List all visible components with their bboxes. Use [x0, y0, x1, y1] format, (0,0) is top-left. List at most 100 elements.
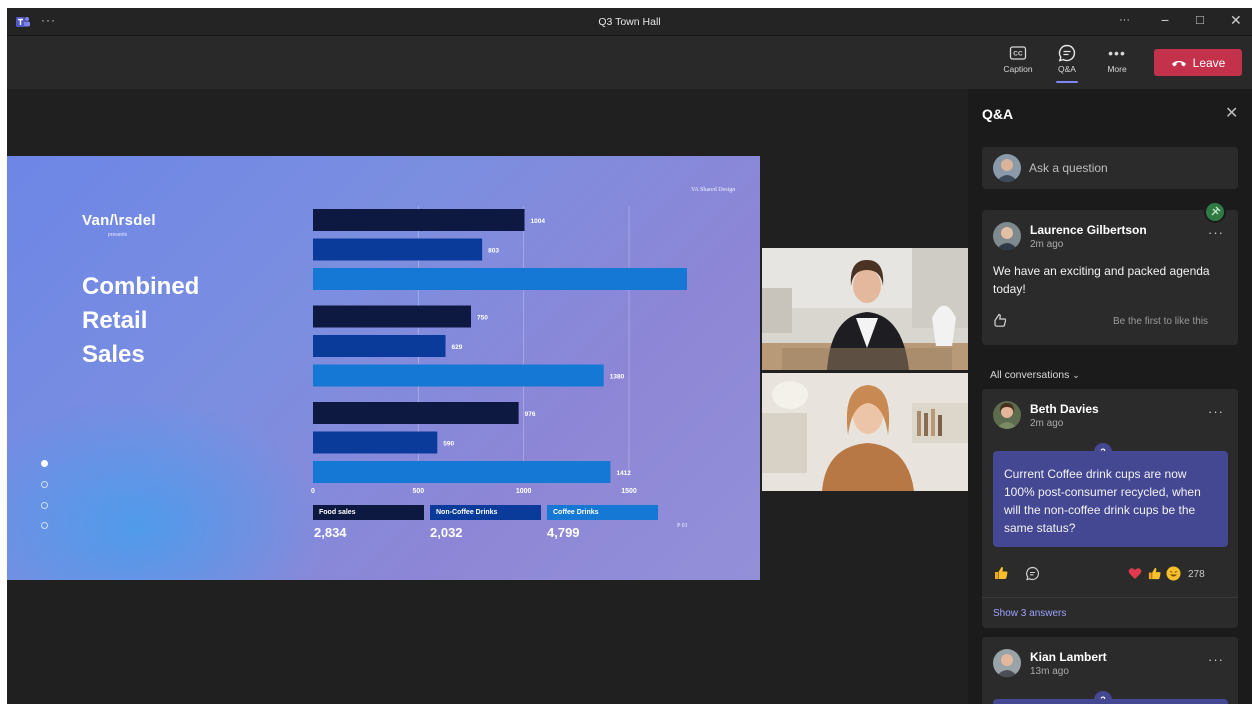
- post-more-icon[interactable]: ···: [1208, 404, 1224, 419]
- slide-corner-text: VA Shared Design: [691, 187, 736, 193]
- post-author: Laurence Gilbertson: [1030, 223, 1147, 237]
- window-title: Q3 Town Hall: [598, 16, 661, 28]
- slide-nav-dot[interactable]: [41, 502, 48, 509]
- qa-button[interactable]: Q&A: [1044, 42, 1090, 83]
- leave-label: Leave: [1192, 55, 1226, 70]
- slide-page-number: P 01: [677, 523, 688, 529]
- divider: [982, 597, 1238, 598]
- total-food-sales: 2,834: [314, 525, 347, 540]
- bar-value-label: 1412: [616, 470, 631, 477]
- post-author: Beth Davies: [1030, 402, 1099, 416]
- close-panel-button[interactable]: ✕: [1225, 103, 1238, 123]
- author-avatar: [993, 222, 1021, 250]
- more-dots-icon: •••: [1108, 45, 1126, 61]
- like-prompt: Be the first to like this: [1113, 316, 1209, 327]
- bar: [313, 461, 611, 483]
- post-time: 2m ago: [1030, 418, 1064, 429]
- ask-question-input[interactable]: Ask a question: [982, 147, 1238, 189]
- heart-reaction-icon[interactable]: [1128, 567, 1142, 580]
- post-author: Kian Lambert: [1030, 650, 1107, 664]
- maximize-button[interactable]: □: [1196, 12, 1204, 27]
- like-reaction-icon[interactable]: [1147, 566, 1162, 581]
- legend-non-coffee-drinks: Non-Coffee Drinks: [430, 505, 541, 520]
- slide-nav-dot[interactable]: [41, 481, 48, 488]
- minimize-button[interactable]: −: [1161, 12, 1169, 28]
- slide-title-line: Sales: [82, 341, 145, 368]
- qa-post: Beth Davies 2m ago ··· ? Current Coffee …: [982, 389, 1238, 628]
- bar: [313, 238, 483, 261]
- participant-video-2[interactable]: [762, 373, 970, 491]
- shared-slide[interactable]: Van/\rsdel presents Combined Retail Sale…: [7, 156, 760, 580]
- leave-button[interactable]: Leave: [1154, 49, 1242, 76]
- close-window-button[interactable]: ✕: [1230, 12, 1242, 29]
- post-more-icon[interactable]: ···: [1208, 225, 1224, 240]
- x-tick-label: 1000: [516, 488, 532, 495]
- phone-hangup-icon: [1171, 60, 1186, 66]
- post-time: 13m ago: [1030, 666, 1069, 677]
- conversation-filter[interactable]: All conversations ⌄: [990, 369, 1080, 381]
- user-avatar: [993, 154, 1021, 182]
- laugh-reaction-icon[interactable]: [1166, 566, 1181, 581]
- bar: [313, 402, 519, 424]
- caption-label: Caption: [1003, 64, 1033, 74]
- title-bar: ··· Q3 Town Hall ··· − □ ✕: [7, 8, 1252, 35]
- slide-title-line: Combined: [82, 273, 200, 300]
- svg-text:CC: CC: [1013, 51, 1023, 58]
- legend-coffee-drinks: Coffee Drinks: [547, 505, 658, 520]
- bar: [313, 364, 604, 387]
- meeting-toolbar: CC Caption Q&A ••• More Leave: [7, 35, 1252, 90]
- pin-icon: [1204, 201, 1226, 223]
- bar-value-label: 1380: [610, 374, 625, 381]
- qa-post: Kian Lambert 13m ago ··· ?: [982, 637, 1238, 704]
- more-label: More: [1107, 64, 1127, 74]
- participant-video-1[interactable]: [762, 248, 970, 370]
- qa-panel-title: Q&A: [982, 106, 1014, 122]
- slide-glow: [7, 396, 327, 580]
- like-icon[interactable]: [992, 312, 1008, 328]
- caption-icon: CC: [1009, 46, 1027, 60]
- author-avatar: [993, 649, 1021, 677]
- caption-button[interactable]: CC Caption: [995, 42, 1041, 74]
- post-text: Current Coffee drink cups are now 100% p…: [1004, 467, 1201, 535]
- total-coffee-drinks: 4,799: [547, 525, 580, 540]
- author-avatar: [993, 401, 1021, 429]
- window-more-icon[interactable]: ···: [1119, 14, 1130, 26]
- qa-post: Laurence Gilbertson 2m ago ··· We have a…: [982, 201, 1238, 345]
- slide-title-line: Retail: [82, 307, 148, 334]
- show-answers-link[interactable]: Show 3 answers: [993, 608, 1066, 619]
- qa-chat-icon: [1058, 44, 1076, 62]
- post-text: We have an exciting and packed agenda to…: [993, 264, 1210, 296]
- participant-1-image: [762, 248, 970, 370]
- question-bubble: [993, 699, 1228, 704]
- post-time: 2m ago: [1030, 239, 1064, 250]
- legend-food-sales: Food sales: [313, 505, 424, 520]
- thumbs-up-reaction-icon[interactable]: [993, 565, 1009, 581]
- bar-value-label: 1004: [531, 218, 546, 225]
- x-tick-label: 1500: [621, 488, 637, 495]
- reply-icon[interactable]: [1025, 566, 1040, 581]
- slide-nav-dot[interactable]: [41, 460, 48, 467]
- bar: [313, 268, 687, 290]
- total-non-coffee-drinks: 2,032: [430, 525, 463, 540]
- x-tick-label: 0: [311, 488, 315, 495]
- bar: [313, 209, 525, 231]
- more-button[interactable]: ••• More: [1094, 42, 1140, 74]
- participant-2-image: [762, 373, 970, 491]
- qa-label: Q&A: [1058, 64, 1076, 74]
- bar: [313, 305, 471, 328]
- slide-nav-dot[interactable]: [41, 522, 48, 529]
- qa-panel: Q&A ✕ Ask a question Laurence Gilbertson…: [968, 89, 1252, 704]
- bar: [313, 431, 438, 454]
- question-bubble: Current Coffee drink cups are now 100% p…: [993, 451, 1228, 547]
- bar-value-label: 629: [452, 344, 463, 351]
- post-more-icon[interactable]: ···: [1208, 652, 1224, 667]
- conversation-filter-label: All conversations: [990, 369, 1070, 381]
- bar-value-label: 803: [488, 248, 499, 255]
- bar-value-label: 976: [525, 411, 536, 418]
- bar: [313, 335, 446, 357]
- ask-question-placeholder: Ask a question: [1029, 161, 1108, 175]
- sales-bar-chart: 0500100015001004803803750629138097659014…: [311, 206, 687, 495]
- slide-brand-sub: presents: [108, 232, 128, 238]
- teams-window: ··· Q3 Town Hall ··· − □ ✕ CC Caption Q&…: [7, 8, 1252, 704]
- chevron-down-icon: ⌄: [1072, 370, 1080, 380]
